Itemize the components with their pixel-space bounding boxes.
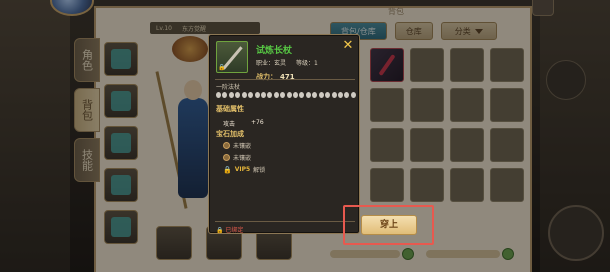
gem-slot-1[interactable]: 未镶嵌 [223, 141, 251, 150]
enhance-pip [280, 92, 286, 98]
gem-heading: 宝石加成 [216, 130, 244, 138]
enhance-pip [248, 92, 254, 98]
enhance-pip [344, 92, 350, 98]
item-name: 试炼长杖 [256, 46, 293, 56]
enhance-pip [331, 92, 337, 98]
enhance-pip [338, 92, 344, 98]
enhance-pip [260, 92, 266, 98]
enhance-pip [254, 92, 260, 98]
bound-label: 已绑定 [225, 227, 244, 234]
item-tier: 一阶法杖 [216, 84, 241, 91]
enhance-pip [312, 92, 318, 98]
enhance-pip [241, 92, 247, 98]
enhance-pip [305, 92, 311, 98]
enhance-pip [267, 92, 273, 98]
enhance-pip [350, 92, 356, 98]
enhance-pip [293, 92, 299, 98]
wear-button[interactable]: 穿上 [361, 215, 417, 235]
attr-name: 攻击 [223, 121, 236, 128]
enhance-pip [216, 92, 221, 98]
attr-row-attack: 攻击 +76 [223, 119, 264, 128]
bound-status: 🔒 已绑定 [216, 225, 243, 234]
enhance-pip [286, 92, 292, 98]
attr-value: +76 [251, 119, 264, 126]
gem-slot-3-locked: 🔒 VIP5 解锁 [223, 165, 266, 175]
lock-icon: 🔒 [216, 227, 224, 234]
item-staff-icon: 🔒 [216, 41, 248, 73]
item-class: 职业：玄灵 [256, 60, 287, 67]
enhance-pip [325, 92, 331, 98]
vip-tag: VIP5 [234, 166, 251, 173]
item-meta: 职业：玄灵 等级：1 [256, 58, 318, 67]
lock-icon: 🔒 [218, 64, 226, 71]
gem-socket-icon [223, 142, 230, 149]
gem-socket-icon [223, 154, 230, 161]
gem-slot-2[interactable]: 未镶嵌 [223, 153, 251, 162]
vip-unlock-text: 解锁 [253, 167, 266, 174]
enhance-pip [273, 92, 279, 98]
gem-slot-2-label: 未镶嵌 [233, 155, 252, 162]
enhance-pips [216, 92, 356, 98]
enhance-pip [228, 92, 234, 98]
enhance-pip [235, 92, 241, 98]
divider [215, 221, 355, 222]
item-tooltip: 🔒 试炼长杖 ✕ 职业：玄灵 等级：1 战力： 471 一阶法杖 基础属性 攻击 … [208, 34, 360, 234]
enhance-pip [299, 92, 305, 98]
close-icon[interactable]: ✕ [341, 39, 355, 53]
item-power: 战力： 471 [256, 72, 295, 82]
gem-slot-1-label: 未镶嵌 [233, 143, 252, 150]
lock-icon: 🔒 [223, 165, 232, 174]
base-attr-heading: 基础属性 [216, 105, 244, 113]
divider [215, 79, 355, 80]
enhance-pip [222, 92, 228, 98]
enhance-pip [318, 92, 324, 98]
item-level: 等级：1 [296, 60, 318, 67]
